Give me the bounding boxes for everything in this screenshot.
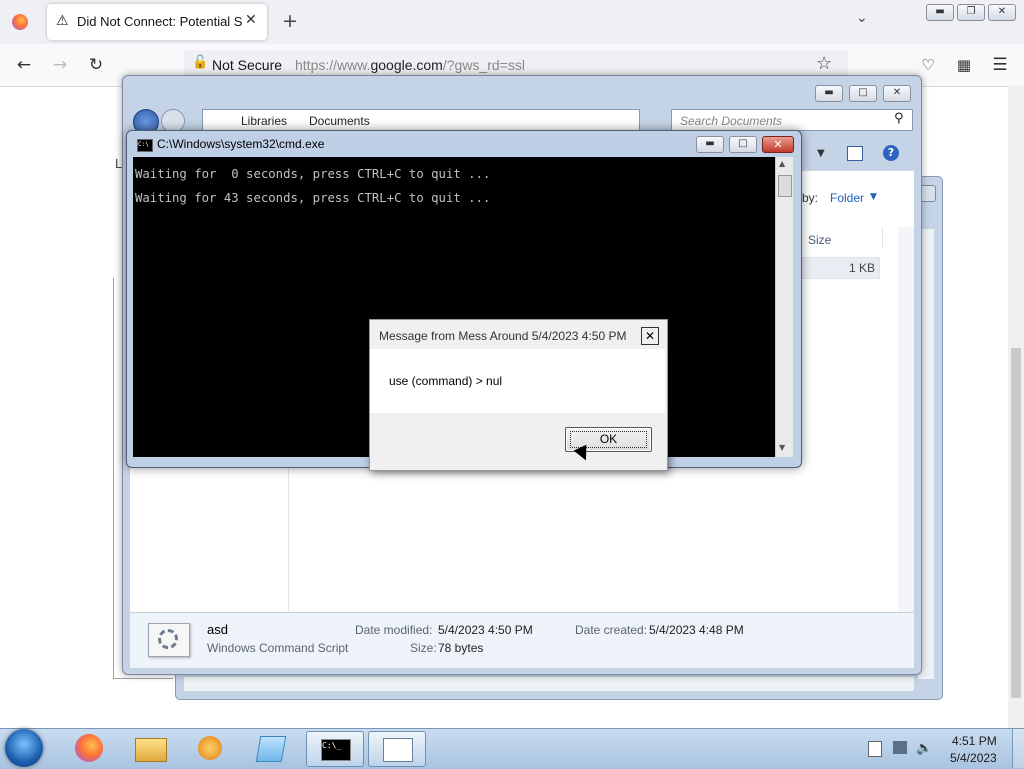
forward-arrow-icon[interactable]: →	[46, 51, 74, 79]
cmd-maximize-button[interactable]: □	[729, 136, 757, 153]
warning-icon: ⚠	[56, 13, 69, 29]
reload-icon[interactable]: ↻	[82, 51, 110, 79]
details-size-label: Size:	[410, 641, 437, 655]
taskbar-media-player-icon[interactable]	[182, 731, 238, 765]
browser-scrollbar[interactable]	[1008, 86, 1024, 728]
dialog-body: use (command) > nul	[370, 349, 665, 413]
show-desktop-button[interactable]	[1012, 729, 1024, 768]
browser-close-button[interactable]: ✕	[988, 4, 1016, 21]
cmd-title: C:\Windows\system32\cmd.exe	[157, 137, 325, 151]
not-secure-lock-icon[interactable]: 🔓	[192, 55, 208, 70]
arrange-by-dropdown[interactable]: Folder	[830, 191, 864, 205]
tab-close-icon[interactable]: ✕	[245, 12, 257, 28]
new-tab-button[interactable]: +	[282, 10, 298, 32]
view-options-chevron-down-icon[interactable]: ▼	[817, 148, 825, 159]
tray-date[interactable]: 5/4/2023	[950, 751, 997, 765]
column-header-divider	[882, 227, 883, 247]
arrange-by-chevron-down-icon[interactable]: ▼	[870, 192, 877, 202]
details-pane: asd Windows Command Script Date modified…	[130, 612, 914, 668]
back-arrow-icon[interactable]: ←	[10, 51, 38, 79]
tray-action-center-icon[interactable]	[868, 741, 882, 757]
explorer-back-hscrollbar[interactable]	[184, 677, 914, 691]
column-header-size[interactable]: Size	[808, 233, 831, 247]
puzzle-icon[interactable]: ▦	[950, 51, 978, 79]
page-bottom-frame	[113, 678, 173, 679]
explorer-minimize-button[interactable]: ▬	[815, 85, 843, 102]
cmd-scroll-up-icon[interactable]: ▲	[779, 159, 785, 168]
not-secure-label[interactable]: Not Secure	[212, 57, 282, 73]
url-text[interactable]: https://www.google.com/?gws_rd=ssl	[295, 57, 525, 73]
search-icon[interactable]: ⚲	[894, 111, 904, 126]
details-date-created: 5/4/2023 4:48 PM	[649, 623, 744, 637]
details-file-name: asd	[207, 622, 228, 637]
url-domain: google.com	[370, 57, 443, 73]
help-icon[interactable]: ?	[883, 145, 899, 161]
cmd-line-1: Waiting for 0 seconds, press CTRL+C to q…	[135, 167, 491, 181]
ok-button-label: OK	[599, 432, 618, 446]
breadcrumb-documents[interactable]: Documents	[309, 114, 370, 128]
url-prefix: https://www.	[295, 57, 371, 73]
explorer-maximize-button[interactable]: □	[849, 85, 877, 102]
details-date-modified: 5/4/2023 4:50 PM	[438, 623, 533, 637]
tray-time[interactable]: 4:51 PM	[952, 734, 997, 748]
cmd-close-button[interactable]: ✕	[762, 136, 794, 153]
breadcrumb-libraries[interactable]: Libraries	[241, 114, 287, 128]
page-left-frame	[113, 278, 114, 678]
firefox-icon[interactable]	[12, 14, 28, 30]
details-date-created-label: Date created:	[575, 623, 648, 637]
partial-text: L	[115, 156, 123, 171]
tray-network-icon[interactable]	[893, 741, 907, 754]
dialog-close-icon[interactable]: ✕	[641, 327, 659, 345]
tab-list-chevron-down-icon[interactable]: ⌄	[856, 10, 868, 26]
cmd-minimize-button[interactable]: ▬	[696, 136, 724, 153]
taskbar-window-icon[interactable]	[368, 731, 426, 767]
search-box[interactable]: Search Documents ⚲	[671, 109, 913, 131]
arrange-by-label: by:	[802, 191, 819, 205]
cmd-script-file-icon	[148, 623, 190, 657]
cmd-scrollbar[interactable]: ▲ ▼	[775, 157, 793, 457]
browser-minimize-button[interactable]: ▬	[926, 4, 954, 21]
cmd-scroll-down-icon[interactable]: ▼	[779, 443, 785, 452]
dialog-message: use (command) > nul	[389, 374, 503, 388]
tray-volume-icon[interactable]: 🔈	[916, 741, 932, 756]
taskbar-explorer-icon[interactable]	[122, 731, 178, 765]
star-icon[interactable]: ☆	[816, 53, 832, 74]
hamburger-menu-icon[interactable]: ☰	[986, 51, 1014, 79]
preview-pane-icon[interactable]	[847, 146, 863, 161]
taskbar-notepad-icon[interactable]	[242, 731, 298, 765]
file-row-size: 1 KB	[848, 261, 875, 275]
dialog-title: Message from Mess Around 5/4/2023 4:50 P…	[379, 329, 627, 343]
explorer-close-button[interactable]: ✕	[883, 85, 911, 102]
details-size: 78 bytes	[438, 641, 484, 655]
cmd-line-2: Waiting for 43 seconds, press CTRL+C to …	[135, 191, 491, 205]
url-path: /?gws_rd=ssl	[442, 57, 525, 73]
details-file-type: Windows Command Script	[207, 641, 349, 655]
cmd-app-icon: C:\	[137, 139, 153, 152]
taskbar-firefox-icon[interactable]	[62, 731, 118, 765]
details-date-modified-label: Date modified:	[355, 623, 433, 637]
browser-restore-button[interactable]: ❐	[957, 4, 985, 21]
start-button-icon[interactable]	[5, 729, 43, 767]
file-row-selected[interactable]: 1 KB	[800, 257, 880, 279]
address-bar[interactable]: Libraries Documents	[202, 109, 640, 131]
browser-tab[interactable]: ⚠ Did Not Connect: Potential Security Is…	[47, 4, 267, 40]
browser-scrollbar-thumb[interactable]	[1011, 348, 1021, 698]
cmd-scrollbar-thumb[interactable]	[778, 175, 792, 197]
search-input[interactable]: Search Documents	[680, 114, 782, 128]
taskbar-cmd-icon[interactable]: C:\_	[306, 731, 364, 767]
tab-title: Did Not Connect: Potential Security Issu…	[77, 14, 243, 29]
explorer-vscrollbar[interactable]	[898, 227, 914, 613]
